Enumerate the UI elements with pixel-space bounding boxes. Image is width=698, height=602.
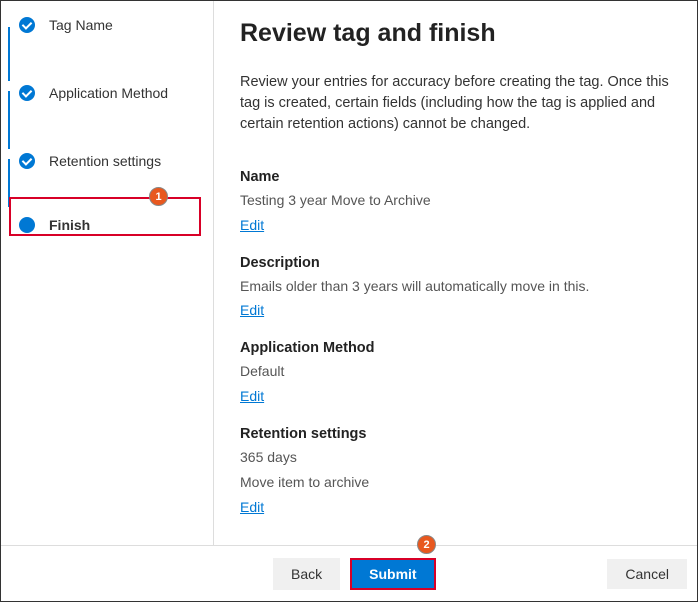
field-value: Emails older than 3 years will automatic…	[240, 277, 671, 297]
field-label: Retention settings	[240, 426, 671, 442]
field-label: Application Method	[240, 340, 671, 356]
callout-badge: 1	[149, 187, 168, 206]
page-intro: Review your entries for accuracy before …	[240, 72, 671, 135]
field-value: Move item to archive	[240, 473, 671, 493]
submit-button[interactable]: Submit	[350, 558, 435, 590]
section-name: Name Testing 3 year Move to Archive Edit	[240, 169, 671, 233]
check-icon	[19, 17, 35, 33]
edit-application-method-link[interactable]: Edit	[240, 388, 264, 404]
section-description: Description Emails older than 3 years wi…	[240, 255, 671, 319]
field-value: Testing 3 year Move to Archive	[240, 191, 671, 211]
step-label: Tag Name	[49, 16, 113, 34]
section-application-method: Application Method Default Edit	[240, 340, 671, 404]
wizard-sidebar: Tag Name Application Method Retention se…	[1, 1, 214, 545]
step-application-method[interactable]: Application Method	[19, 79, 213, 107]
field-label: Name	[240, 169, 671, 185]
footer-bar: Back Submit Cancel	[1, 545, 697, 601]
step-retention-settings[interactable]: Retention settings	[19, 147, 213, 175]
main-content: Review tag and finish Review your entrie…	[214, 1, 697, 545]
field-value: Default	[240, 362, 671, 382]
check-icon	[19, 85, 35, 101]
step-connector	[8, 27, 10, 81]
step-tag-name[interactable]: Tag Name	[19, 11, 213, 39]
field-value: 365 days	[240, 448, 671, 468]
highlight-box	[9, 197, 201, 236]
current-step-icon	[19, 217, 35, 233]
step-connector	[8, 91, 10, 149]
section-retention-settings: Retention settings 365 days Move item to…	[240, 426, 671, 515]
page-title: Review tag and finish	[240, 19, 671, 48]
field-label: Description	[240, 255, 671, 271]
back-button[interactable]: Back	[273, 558, 340, 590]
step-label: Retention settings	[49, 152, 161, 170]
check-icon	[19, 153, 35, 169]
edit-name-link[interactable]: Edit	[240, 217, 264, 233]
cancel-button[interactable]: Cancel	[607, 559, 687, 589]
callout-badge: 2	[417, 535, 436, 554]
step-label: Application Method	[49, 84, 168, 102]
edit-retention-settings-link[interactable]: Edit	[240, 499, 264, 515]
edit-description-link[interactable]: Edit	[240, 302, 264, 318]
